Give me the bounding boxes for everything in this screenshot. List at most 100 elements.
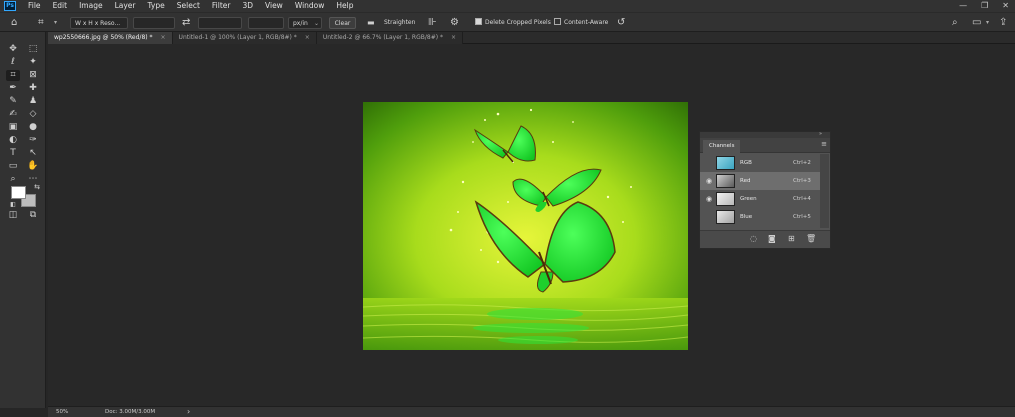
save-selection-icon[interactable]: ◙	[768, 234, 776, 243]
swap-icon[interactable]: ⇄	[182, 17, 190, 29]
type-tool-icon[interactable]: T	[6, 148, 20, 159]
resolution-input[interactable]	[248, 17, 284, 29]
crop-tool-icon[interactable]: ⌗	[38, 17, 44, 29]
pen-tool-icon[interactable]: ✑	[26, 135, 40, 146]
lasso-tool-icon[interactable]: ℓ	[6, 57, 20, 68]
close-icon[interactable]: ×	[161, 32, 166, 44]
marquee-tool-icon[interactable]: ⬚	[26, 44, 40, 55]
panel-menu-icon[interactable]: ≡	[821, 140, 827, 148]
load-selection-icon[interactable]: ◌	[750, 234, 757, 243]
path-selection-icon[interactable]: ↖	[26, 148, 40, 159]
workspace-icon[interactable]: ▭	[972, 17, 981, 29]
channel-shortcut: Ctrl+4	[793, 196, 811, 202]
close-icon[interactable]: ×	[451, 32, 456, 44]
menu-filter[interactable]: Filter	[206, 0, 237, 12]
reset-icon[interactable]: ↺	[617, 17, 625, 29]
channel-row-green[interactable]: ◉ Green Ctrl+4	[700, 190, 820, 208]
zoom-tool-icon[interactable]: ⌕	[6, 174, 20, 185]
screen-mode-icon[interactable]: ⧉	[26, 210, 40, 221]
history-brush-icon[interactable]: ✍	[6, 109, 20, 120]
rectangle-tool-icon[interactable]: ▭	[6, 161, 20, 172]
channel-row-blue[interactable]: Blue Ctrl+5	[700, 208, 820, 226]
channel-row-rgb[interactable]: RGB Ctrl+2	[700, 154, 820, 172]
menu-window[interactable]: Window	[289, 0, 331, 12]
healing-brush-icon[interactable]: ✚	[26, 83, 40, 94]
frame-tool-icon[interactable]: ⊠	[26, 70, 40, 81]
straighten-label[interactable]: Straighten	[384, 17, 415, 29]
ratio-value: W x H x Reso...	[75, 20, 121, 27]
menu-file[interactable]: File	[22, 0, 47, 12]
document-image[interactable]	[363, 102, 688, 350]
channels-panel: » Channels ≡ RGB Ctrl+2 ◉ Red Ctrl+3 ◉ G…	[699, 131, 831, 249]
delete-cropped-checkbox[interactable]	[475, 18, 482, 25]
channel-name: Green	[740, 196, 757, 202]
menu-select[interactable]: Select	[171, 0, 206, 12]
delete-cropped-option[interactable]: Delete Cropped Pixels	[475, 17, 551, 29]
channel-row-red[interactable]: ◉ Red Ctrl+3	[700, 172, 820, 190]
content-aware-checkbox[interactable]	[554, 18, 561, 25]
height-input[interactable]	[198, 17, 242, 29]
move-tool-icon[interactable]: ✥	[6, 44, 20, 55]
minimize-button[interactable]: —	[959, 0, 967, 12]
blur-tool-icon[interactable]: ●	[26, 122, 40, 133]
home-icon[interactable]: ⌂	[11, 17, 17, 29]
tab-channels[interactable]: Channels	[703, 140, 741, 153]
visibility-toggle[interactable]	[704, 212, 714, 222]
close-button[interactable]: ✕	[1002, 0, 1009, 12]
overlay-grid-icon[interactable]: ⊪	[428, 17, 437, 29]
tab-untitled-2[interactable]: Untitled-2 @ 66.7% (Layer 1, RGB/8#) * ×	[316, 32, 464, 44]
ratio-dropdown[interactable]: W x H x Reso... ⌄	[70, 17, 128, 39]
straighten-icon[interactable]: ▬	[367, 17, 375, 29]
gear-icon[interactable]: ⚙	[450, 17, 459, 29]
gradient-tool-icon[interactable]: ▣	[6, 122, 20, 133]
width-input[interactable]	[133, 17, 175, 29]
brush-tool-icon[interactable]: ✎	[6, 96, 20, 107]
eye-icon[interactable]: ◉	[704, 194, 714, 204]
close-icon[interactable]: ×	[305, 32, 310, 44]
tab-untitled-1[interactable]: Untitled-1 @ 100% (Layer 1, RGB/8#) * ×	[172, 32, 317, 44]
default-colors-icon[interactable]: ◧	[6, 199, 20, 210]
channels-footer: ◌ ◙ ⊞ 🗑	[700, 230, 830, 248]
channel-thumbnail	[716, 174, 735, 188]
search-icon[interactable]: ⌕	[952, 17, 958, 29]
content-aware-option[interactable]: Content-Aware	[554, 17, 608, 29]
chevron-down-icon: ⌄	[313, 20, 319, 27]
stamp-tool-icon[interactable]: ♟	[26, 96, 40, 107]
visibility-toggle[interactable]	[704, 158, 714, 168]
panel-scrollbar[interactable]	[820, 154, 829, 228]
chevron-right-icon[interactable]: ›	[187, 407, 190, 417]
eye-icon[interactable]: ◉	[704, 176, 714, 186]
magic-wand-icon[interactable]: ✦	[26, 57, 40, 68]
menu-layer[interactable]: Layer	[109, 0, 142, 12]
tab-wp2550666[interactable]: wp2550666.jpg @ 50% (Red/8) * ×	[48, 32, 173, 44]
dodge-tool-icon[interactable]: ◐	[6, 135, 20, 146]
menu-image[interactable]: Image	[73, 0, 109, 12]
new-channel-icon[interactable]: ⊞	[788, 234, 795, 243]
hand-tool-icon[interactable]: ✋	[26, 161, 40, 172]
restore-button[interactable]: ❐	[981, 0, 988, 12]
channel-thumbnail	[716, 156, 735, 170]
swap-colors-icon[interactable]: ⇆	[30, 182, 44, 193]
menu-edit[interactable]: Edit	[47, 0, 74, 12]
menu-type[interactable]: Type	[142, 0, 171, 12]
trash-icon[interactable]: 🗑	[806, 234, 816, 243]
document-tabs: wp2550666.jpg @ 50% (Red/8) * × Untitled-…	[48, 32, 1015, 44]
menu-help[interactable]: Help	[330, 0, 359, 12]
menu-3d[interactable]: 3D	[236, 0, 259, 12]
quick-mask-icon[interactable]: ◫	[6, 210, 20, 221]
workspace-chevron-icon[interactable]: ▾	[986, 17, 989, 29]
share-icon[interactable]: ⇪	[999, 17, 1007, 29]
channels-header: Channels ≡	[700, 138, 830, 153]
collapse-icon[interactable]: »	[819, 131, 822, 137]
eraser-icon[interactable]: ◇	[26, 109, 40, 120]
unit-dropdown[interactable]: px/in ⌄	[288, 17, 322, 29]
clear-button[interactable]: Clear	[329, 17, 356, 29]
eyedropper-icon[interactable]: ✒	[6, 83, 20, 94]
photoshop-logo: Ps	[4, 1, 16, 11]
content-aware-label: Content-Aware	[564, 19, 609, 26]
zoom-level[interactable]: 50%	[56, 407, 68, 417]
tool-preset-chevron-icon[interactable]: ▾	[54, 17, 57, 29]
foreground-color-swatch[interactable]	[11, 186, 26, 199]
crop-tool-icon[interactable]: ⌗	[6, 70, 20, 81]
menu-view[interactable]: View	[259, 0, 289, 12]
